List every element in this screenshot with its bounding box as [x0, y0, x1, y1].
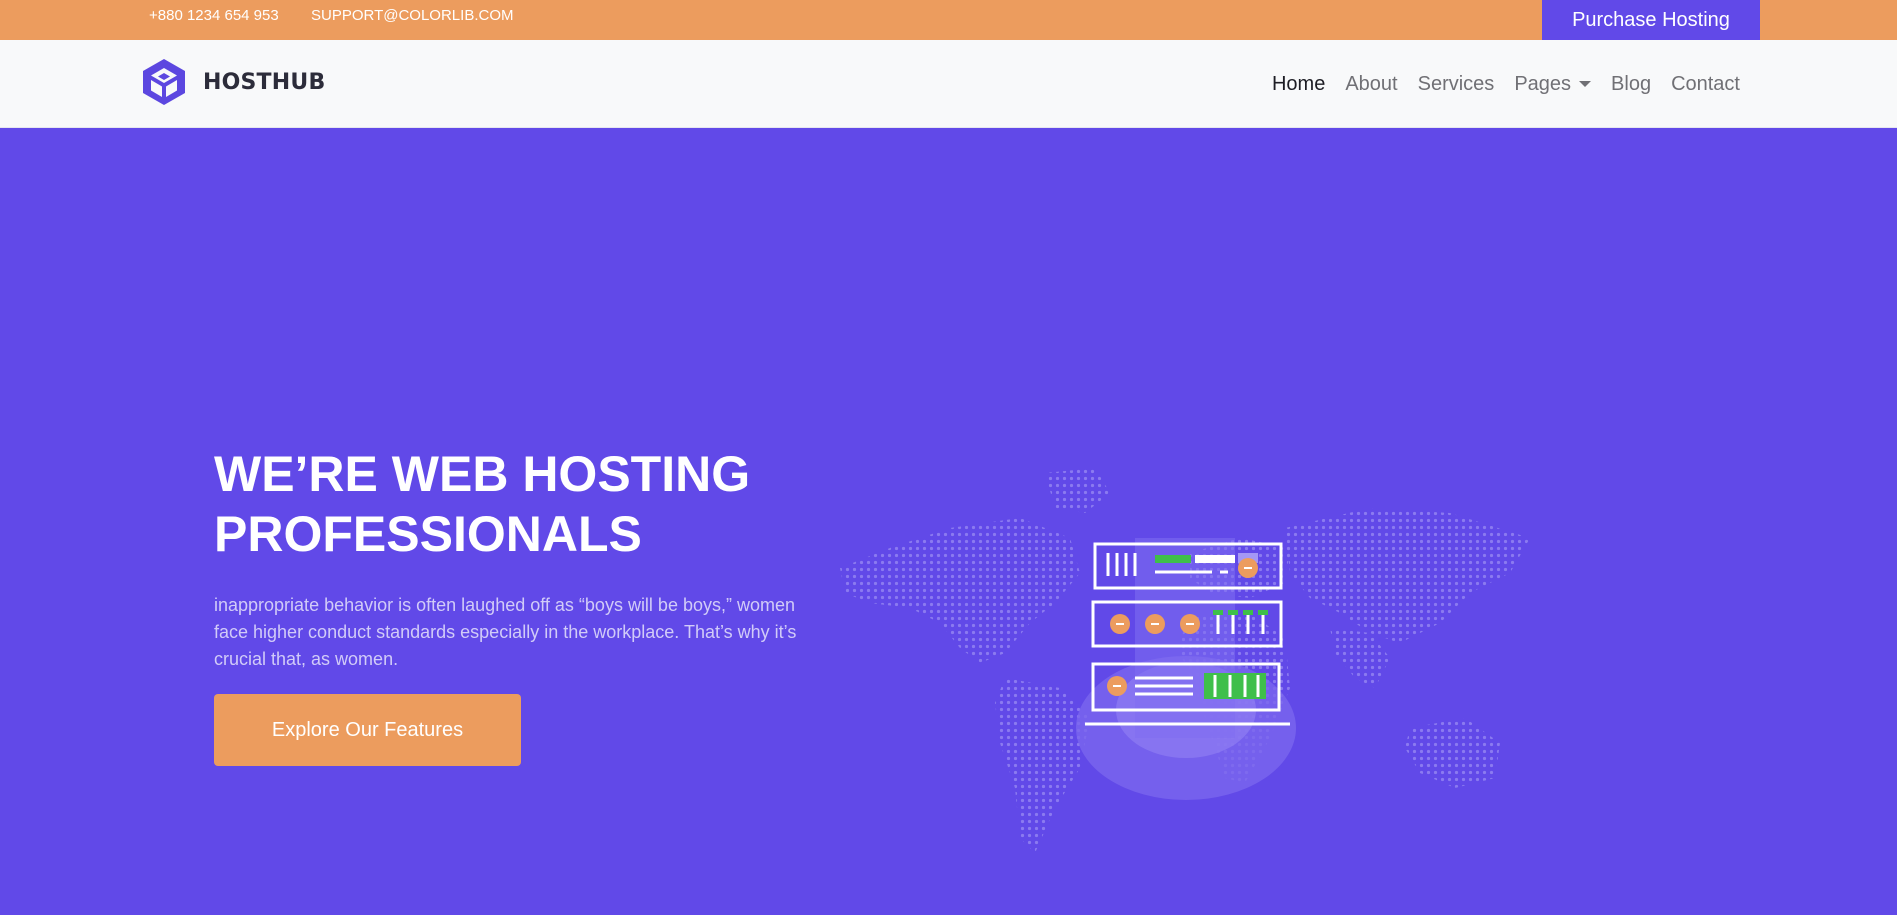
- support-email[interactable]: SUPPORT@COLORLIB.COM: [311, 0, 514, 32]
- hero-title: WE’RE WEB HOSTING PROFESSIONALS: [214, 444, 834, 564]
- nav-item-services[interactable]: Services: [1408, 73, 1505, 96]
- brand-logo[interactable]: HOSTHUB: [139, 56, 325, 108]
- hero-title-line2: PROFESSIONALS: [214, 506, 642, 562]
- main-navbar: HOSTHUB Home About Services Pages Blog C…: [0, 40, 1897, 128]
- hero-title-line1: WE’RE WEB HOSTING: [214, 446, 751, 502]
- nav-item-pages[interactable]: Pages: [1504, 73, 1601, 96]
- chevron-down-icon: [1579, 81, 1592, 87]
- cube-logo-icon: [143, 59, 185, 105]
- purchase-hosting-button[interactable]: Purchase Hosting: [1542, 0, 1760, 40]
- nav-item-pages-label: Pages: [1514, 72, 1572, 95]
- hero-section: WE’RE WEB HOSTING PROFESSIONALS inapprop…: [0, 128, 1897, 915]
- explore-features-button[interactable]: Explore Our Features: [214, 694, 521, 766]
- hero-description: inappropriate behavior is often laughed …: [214, 595, 797, 669]
- nav-item-contact[interactable]: Contact: [1661, 73, 1750, 96]
- top-bar: +880 1234 654 953 SUPPORT@COLORLIB.COM P…: [0, 0, 1897, 40]
- phone-number: +880 1234 654 953: [149, 7, 279, 24]
- nav-item-blog[interactable]: Blog: [1601, 73, 1661, 96]
- main-nav: Home About Services Pages Blog Contact: [1262, 40, 1750, 128]
- nav-item-about[interactable]: About: [1335, 73, 1407, 96]
- nav-item-home[interactable]: Home: [1262, 73, 1335, 96]
- brand-name: HOSTHUB: [203, 69, 326, 95]
- server-world-map-illustration: [840, 468, 1530, 853]
